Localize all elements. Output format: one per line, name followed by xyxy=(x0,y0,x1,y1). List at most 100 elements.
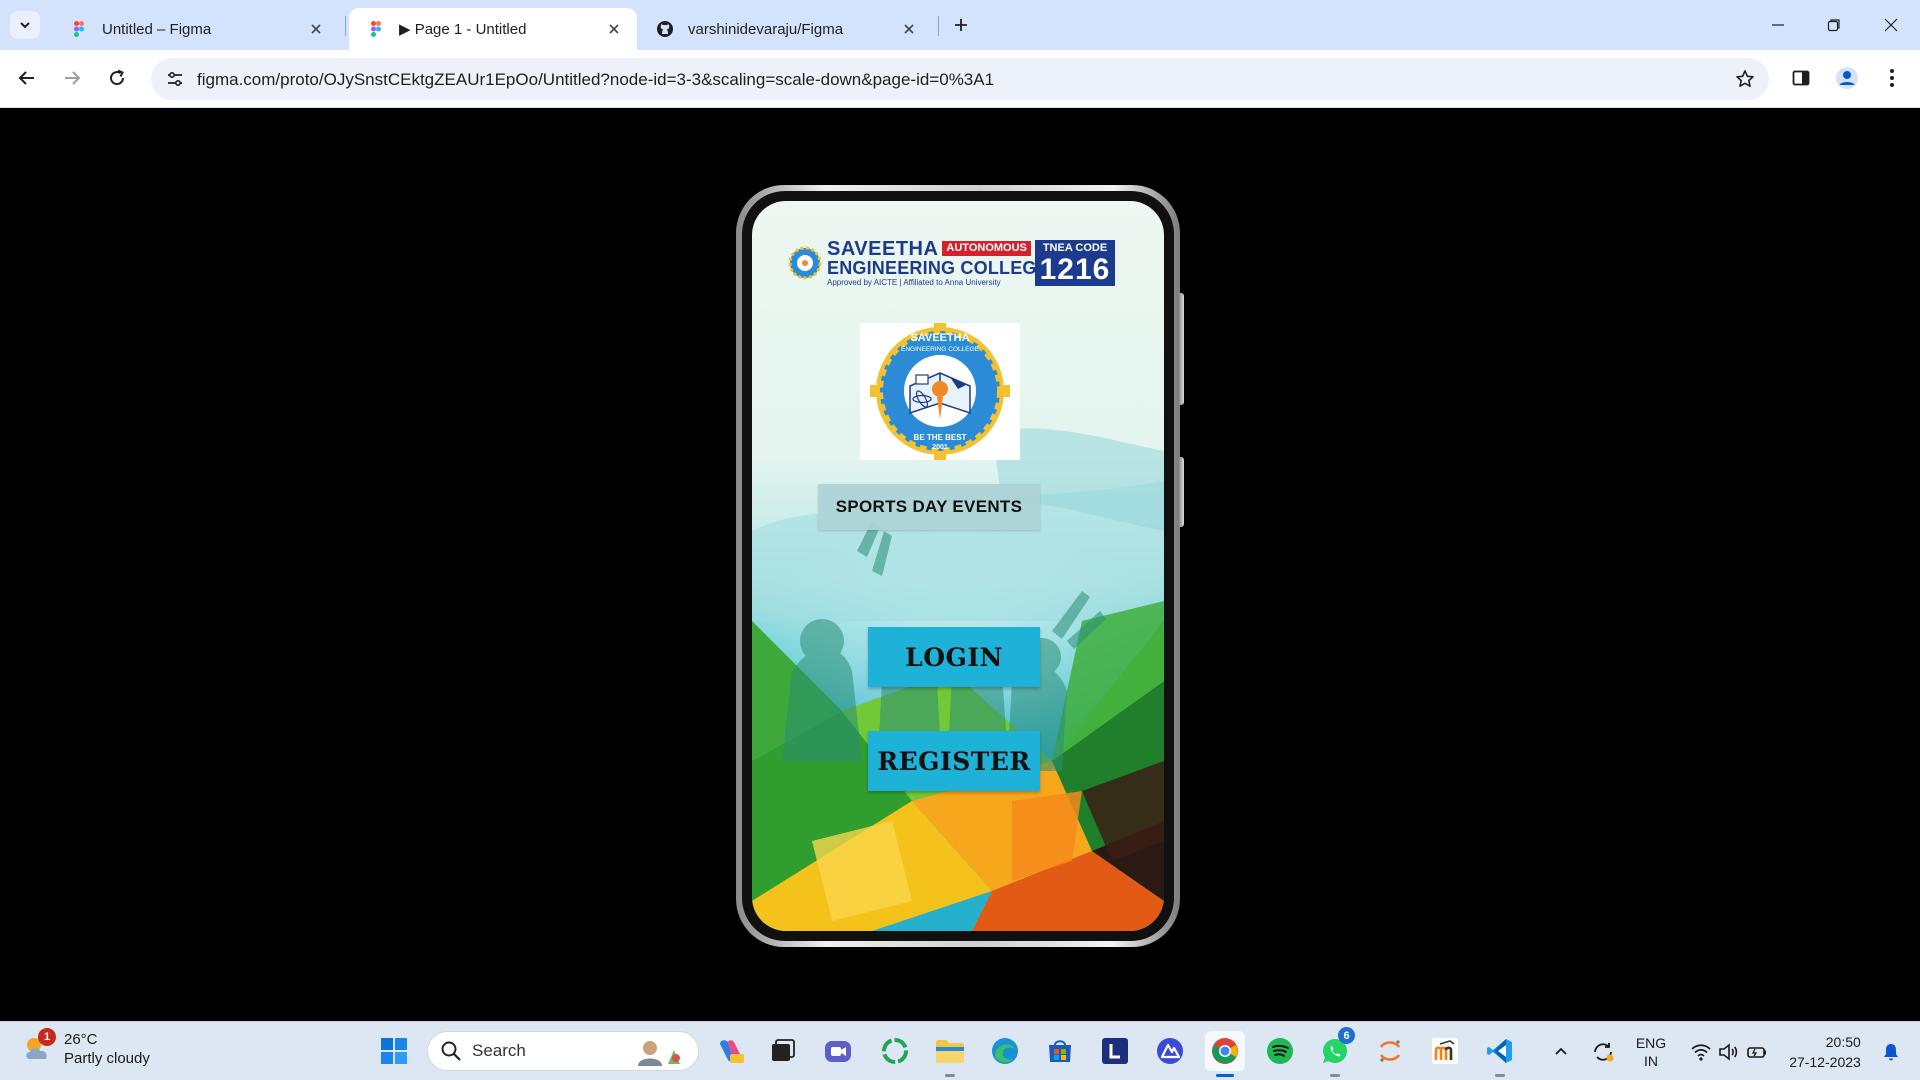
close-window-button[interactable] xyxy=(1876,10,1906,40)
edge-icon xyxy=(992,1038,1018,1064)
folder-icon xyxy=(936,1040,964,1063)
arrow-left-icon xyxy=(18,71,34,85)
taskbar-app-task-view[interactable] xyxy=(763,1031,803,1071)
store-icon xyxy=(1049,1040,1071,1062)
login-button[interactable]: LOGIN xyxy=(868,627,1040,687)
taskbar-search-label: Search xyxy=(472,1041,526,1060)
taskbar-search[interactable]: Search xyxy=(427,1031,699,1071)
emblem-sub-text: ENGINEERING COLLEGE xyxy=(901,346,980,353)
sports-background-art xyxy=(752,428,1164,931)
windows-taskbar: 1 26°C Partly cloudy Search 6 ENG IN 20:… xyxy=(0,1021,1920,1080)
tab-figma-prototype[interactable]: ▶ Page 1 - Untitled xyxy=(349,8,637,50)
start-button[interactable] xyxy=(374,1031,414,1071)
running-indicator xyxy=(1330,1074,1340,1077)
battery-icon xyxy=(1747,1046,1766,1058)
register-button-label: REGISTER xyxy=(877,746,1031,776)
show-hidden-icons-button[interactable] xyxy=(1546,1022,1576,1080)
plus-icon xyxy=(955,19,967,31)
figma-icon xyxy=(74,21,84,37)
profile-button[interactable] xyxy=(1832,63,1862,93)
arrow-right-icon xyxy=(65,71,81,85)
address-bar[interactable]: figma.com/proto/OJySnstCEktgZEAUr1EpOo/U… xyxy=(151,58,1769,100)
taskbar-app-l[interactable] xyxy=(1095,1031,1135,1071)
running-indicator xyxy=(1495,1074,1505,1077)
phone-side-button xyxy=(1178,293,1184,405)
clock-time: 20:50 xyxy=(1825,1033,1861,1050)
github-icon xyxy=(657,21,673,37)
task-view-icon xyxy=(772,1039,795,1061)
tab-title: varshinidevaraju/Figma xyxy=(688,20,844,38)
clock-date: 27-12-2023 xyxy=(1789,1053,1861,1070)
taskbar-app-mountain[interactable] xyxy=(1150,1031,1190,1071)
restore-icon xyxy=(1827,19,1840,32)
green-circle-app-icon xyxy=(882,1038,908,1064)
chrome-icon xyxy=(1212,1038,1238,1064)
close-icon[interactable] xyxy=(307,20,325,38)
close-icon xyxy=(1884,18,1898,32)
sync-icon xyxy=(1594,1042,1614,1061)
taskbar-app-spotify[interactable] xyxy=(1260,1031,1300,1071)
college-header-logo: SAVEETHA AUTONOMOUS ENGINEERING COLLEGE … xyxy=(788,237,1122,289)
jupyter-icon xyxy=(1379,1040,1401,1062)
minimize-icon xyxy=(1772,24,1784,26)
forward-button[interactable] xyxy=(57,63,87,93)
register-button[interactable]: REGISTER xyxy=(868,731,1040,791)
l-app-icon xyxy=(1102,1038,1128,1064)
close-icon[interactable] xyxy=(900,20,918,38)
taskbar-app-moodle[interactable] xyxy=(1425,1031,1465,1071)
side-panel-icon xyxy=(1792,70,1810,86)
tnea-code-box: TNEA CODE 1216 xyxy=(1035,240,1115,286)
reload-button[interactable] xyxy=(102,63,132,93)
phone-frame: SAVEETHA AUTONOMOUS ENGINEERING COLLEGE … xyxy=(736,185,1184,947)
weather-alert-badge: 1 xyxy=(38,1028,56,1046)
tab-divider xyxy=(345,16,346,36)
whatsapp-unread-badge: 6 xyxy=(1338,1027,1355,1044)
taskbar-app-vscode[interactable] xyxy=(1480,1031,1520,1077)
figma-icon xyxy=(371,21,381,37)
site-info-button[interactable] xyxy=(160,64,190,94)
bookmark-button[interactable] xyxy=(1731,65,1759,93)
page-title: SPORTS DAY EVENTS xyxy=(835,497,1023,516)
taskbar-app-refresh[interactable] xyxy=(875,1031,915,1071)
restore-button[interactable] xyxy=(1819,10,1849,40)
browser-menu-button[interactable] xyxy=(1877,63,1907,93)
minimize-button[interactable] xyxy=(1763,10,1793,40)
tab-figma-editor[interactable]: Untitled – Figma xyxy=(52,8,339,50)
taskbar-app-chrome[interactable] xyxy=(1205,1031,1245,1077)
taskbar-app-store[interactable] xyxy=(1040,1031,1080,1071)
tab-search-button[interactable] xyxy=(10,11,40,39)
back-button[interactable] xyxy=(12,63,42,93)
emblem-year: 2001 xyxy=(932,444,948,451)
language-indicator[interactable]: ENG IN xyxy=(1628,1022,1674,1080)
phone-side-button xyxy=(1178,457,1184,527)
bell-icon xyxy=(1884,1043,1898,1060)
new-tab-button[interactable] xyxy=(948,12,974,38)
tab-divider xyxy=(938,16,939,36)
spotify-icon xyxy=(1267,1038,1293,1064)
vscode-icon xyxy=(1487,1039,1512,1063)
language-line1: ENG xyxy=(1635,1034,1667,1051)
browser-tab-strip: Untitled – Figma ▶ Page 1 - Untitled var… xyxy=(0,0,1920,50)
college-emblem: SAVEETHA ENGINEERING COLLEGE BE THE BEST… xyxy=(860,321,1020,461)
quick-settings-button[interactable] xyxy=(1684,1022,1774,1080)
taskbar-app-jupyter[interactable] xyxy=(1370,1031,1410,1071)
college-name-line1: SAVEETHA xyxy=(827,237,939,260)
url-text[interactable]: figma.com/proto/OJySnstCEktgZEAUr1EpOo/U… xyxy=(197,70,994,90)
taskbar-app-file-explorer[interactable] xyxy=(930,1031,970,1077)
emblem-motto: BE THE BEST xyxy=(914,433,967,442)
tab-github[interactable]: varshinidevaraju/Figma xyxy=(638,8,932,50)
side-panel-button[interactable] xyxy=(1786,63,1816,93)
clock[interactable]: 20:50 27-12-2023 xyxy=(1780,1022,1870,1080)
taskbar-app-edge[interactable] xyxy=(985,1031,1025,1071)
sync-tray-button[interactable] xyxy=(1586,1022,1620,1080)
taskbar-app-whatsapp[interactable]: 6 xyxy=(1315,1027,1355,1077)
reload-icon xyxy=(110,69,125,86)
app-screen: SAVEETHA AUTONOMOUS ENGINEERING COLLEGE … xyxy=(752,201,1164,931)
taskbar-app-copilot[interactable] xyxy=(711,1031,751,1071)
close-icon[interactable] xyxy=(605,20,623,38)
notifications-button[interactable] xyxy=(1874,1022,1908,1080)
college-approval-text: Approved by AICTE | Affiliated to Anna U… xyxy=(827,277,1001,287)
taskbar-app-teams-chat[interactable] xyxy=(818,1031,858,1071)
chevron-down-icon xyxy=(20,22,30,29)
weather-widget[interactable]: 1 26°C Partly cloudy xyxy=(20,1028,150,1068)
